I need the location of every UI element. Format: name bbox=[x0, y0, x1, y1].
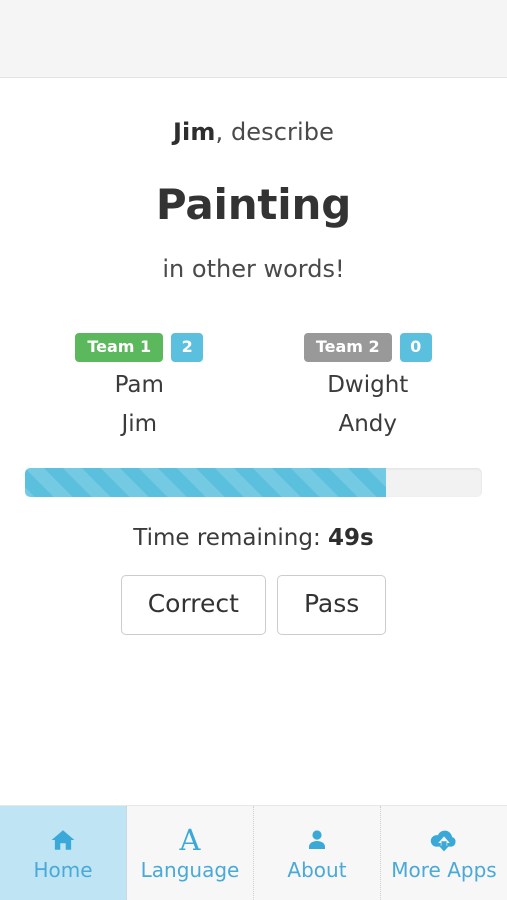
prompt-verb: , describe bbox=[215, 118, 334, 146]
home-icon bbox=[49, 825, 77, 855]
prompt-line: Jim, describe bbox=[25, 118, 482, 146]
timer-value: 49s bbox=[328, 524, 374, 551]
nav-label-language: Language bbox=[140, 858, 240, 882]
prompt-suffix: in other words! bbox=[162, 255, 345, 283]
person-icon bbox=[305, 825, 329, 855]
team-header-1: Team 1 2 bbox=[75, 333, 204, 362]
time-progress-bar bbox=[25, 467, 482, 497]
timer-label: Time remaining: bbox=[133, 524, 329, 551]
team-1-score: 2 bbox=[171, 333, 204, 362]
team-2-member-1: Dwight bbox=[327, 372, 409, 398]
letter-a-icon: A bbox=[179, 822, 201, 857]
team-header-2: Team 2 0 bbox=[303, 333, 432, 362]
nav-item-language[interactable]: A Language bbox=[127, 806, 254, 900]
pass-button[interactable]: Pass bbox=[276, 574, 387, 636]
team-1-member-1: Pam bbox=[114, 372, 164, 398]
team-block-1: Team 1 2 Pam Jim bbox=[25, 333, 254, 438]
time-progress-fill bbox=[25, 467, 387, 497]
nav-item-about[interactable]: About bbox=[254, 806, 381, 900]
team-2-label: Team 2 bbox=[303, 333, 392, 362]
team-1-label: Team 1 bbox=[75, 333, 164, 362]
cloud-download-icon bbox=[429, 825, 459, 855]
nav-item-home[interactable]: Home bbox=[0, 806, 127, 900]
bottom-navigation: Home A Language About More Apps bbox=[0, 805, 507, 900]
target-word: Painting bbox=[155, 180, 352, 229]
team-block-2: Team 2 0 Dwight Andy bbox=[254, 333, 483, 438]
nav-item-more-apps[interactable]: More Apps bbox=[381, 806, 507, 900]
team-2-member-2: Andy bbox=[338, 411, 398, 438]
teams-row: Team 1 2 Pam Jim Team 2 0 Dwight Andy bbox=[25, 333, 482, 438]
nav-label-home: Home bbox=[33, 858, 93, 882]
nav-label-about: About bbox=[287, 858, 347, 882]
app-header bbox=[0, 0, 507, 78]
actions-row: Correct Pass bbox=[25, 574, 482, 636]
correct-button[interactable]: Correct bbox=[120, 574, 266, 636]
game-content: Jim, describe Painting in other words! T… bbox=[0, 118, 507, 845]
timer-line: Time remaining: 49s bbox=[25, 525, 482, 551]
nav-label-more-apps: More Apps bbox=[391, 858, 497, 882]
team-1-member-2: Jim bbox=[121, 411, 158, 438]
team-2-score: 0 bbox=[399, 333, 432, 362]
prompt-player-name: Jim bbox=[173, 118, 216, 146]
